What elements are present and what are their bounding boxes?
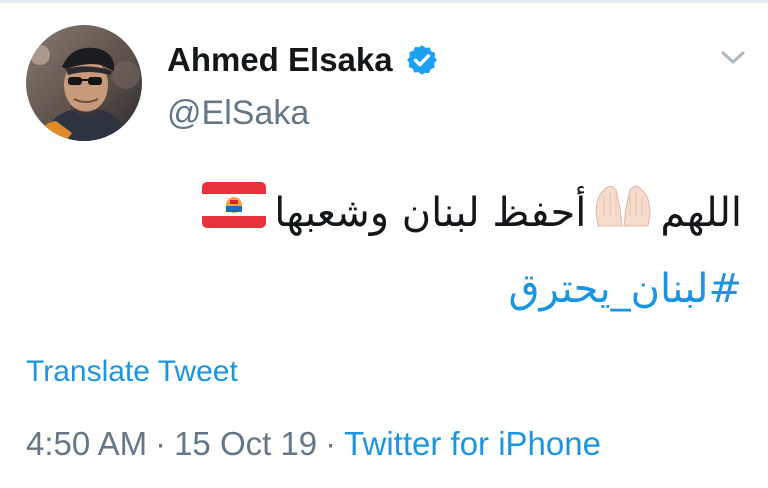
author-name-row: Ahmed Elsaka [167,38,439,82]
tweet-time[interactable]: 4:50 AM [26,425,147,462]
tweet-text: اللهم أحفظ لبنان وشعبها #لبنان_يحترق [26,175,742,327]
hashtag-link[interactable]: #لبنان_يحترق [508,266,742,312]
author-handle[interactable]: @ElSaka [167,94,309,133]
verified-badge-icon [406,45,437,75]
tweet-text-part2: أحفظ لبنان وشعبها [274,190,587,236]
tweet-date[interactable]: 15 Oct 19 [174,425,317,462]
meta-separator: · [155,425,167,462]
chevron-down-icon[interactable] [718,48,748,68]
tweet-source-link[interactable]: Twitter for iPhone [344,425,601,462]
tweet-line-2: #لبنان_يحترق [26,251,742,327]
tweet-meta: 4:50 AM · 15 Oct 19 · Twitter for iPhone [26,425,601,463]
display-name[interactable]: Ahmed Elsaka [167,41,393,79]
french-polynesia-flag-icon [202,177,267,253]
translate-tweet-link[interactable]: Translate Tweet [26,355,238,389]
tweet-line-1: اللهم أحفظ لبنان وشعبها [26,175,742,251]
tweet-text-part1: اللهم [660,190,742,236]
top-divider [0,0,768,3]
meta-separator: · [325,425,337,462]
folded-hands-icon [592,177,654,253]
avatar[interactable] [26,25,142,141]
